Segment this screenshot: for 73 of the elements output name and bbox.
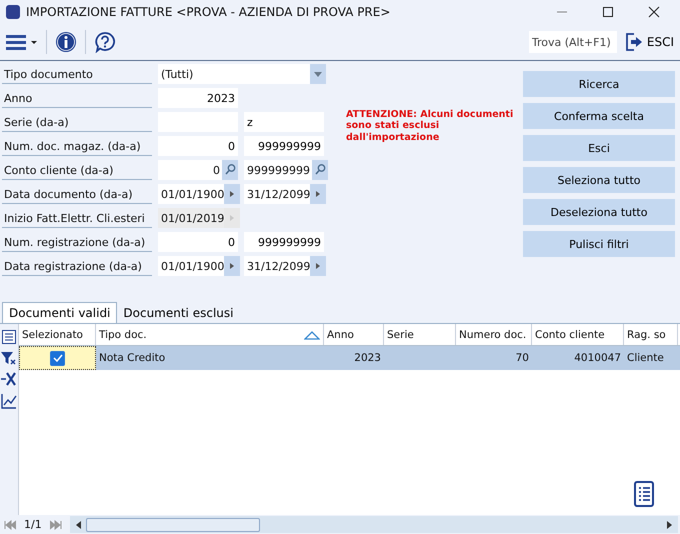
- caret-icon: [310, 184, 326, 204]
- page-indicator: 1/1: [24, 518, 42, 531]
- input-field[interactable]: 0: [158, 136, 238, 156]
- help-icon[interactable]: [94, 31, 116, 53]
- app-logo-icon: [6, 5, 20, 19]
- field-label: Num. doc. magaz. (da-a): [2, 136, 152, 156]
- checkmark-icon: [52, 354, 62, 362]
- input-field[interactable]: 2023: [158, 88, 238, 108]
- date-field[interactable]: 31/12/2099: [244, 256, 324, 276]
- table-cell: 4010047: [574, 352, 621, 364]
- input-field[interactable]: z: [244, 112, 324, 132]
- scroll-right-icon[interactable]: [666, 520, 674, 530]
- tab[interactable]: Documenti esclusi: [117, 303, 240, 323]
- maximize-icon[interactable]: [602, 6, 614, 18]
- column-header[interactable]: Tipo doc.: [96, 324, 324, 345]
- action-button[interactable]: Conferma scelta: [523, 103, 675, 129]
- table-cell: Nota Credito: [99, 352, 166, 364]
- date-field[interactable]: 31/12/2099: [244, 184, 324, 204]
- field-label: Tipo documento: [2, 64, 152, 84]
- table-cell: Cliente: [627, 352, 664, 364]
- date-field[interactable]: 01/01/1900: [158, 184, 238, 204]
- field-label: Num. registrazione (da-a): [2, 232, 152, 252]
- search-icon: [222, 160, 238, 180]
- column-header[interactable]: Selezionato: [19, 324, 96, 345]
- action-button[interactable]: Seleziona tutto: [523, 167, 675, 193]
- input-field[interactable]: 0: [158, 232, 238, 252]
- table-cell: 2023: [354, 352, 381, 364]
- column-header[interactable]: Conto cliente: [532, 324, 624, 345]
- window-title: IMPORTAZIONE FATTURE <PROVA - AZIENDA DI PROVA PRE>: [26, 5, 390, 19]
- column-header[interactable]: Anno: [324, 324, 384, 345]
- warning-message: ATTENZIONE: Alcuni documenti sono stati esclusi dall'importazione: [346, 109, 514, 145]
- chart-icon[interactable]: [1, 393, 17, 409]
- lookup-field[interactable]: 0: [158, 160, 238, 180]
- table-cell: 70: [516, 352, 529, 364]
- exit-icon: [624, 32, 643, 52]
- list-icon[interactable]: [2, 330, 16, 344]
- field-label: Serie (da-a): [2, 112, 152, 132]
- document-list-icon[interactable]: [634, 481, 654, 507]
- search-icon: [312, 160, 328, 180]
- caret-icon: [224, 256, 240, 276]
- date-field: 01/01/2019: [158, 208, 238, 228]
- column-header[interactable]: Rag. so: [624, 324, 678, 345]
- column-header[interactable]: Numero doc.: [456, 324, 532, 345]
- clear-filter-icon[interactable]: [1, 372, 17, 386]
- column-header[interactable]: Serie: [384, 324, 456, 345]
- filter-icon[interactable]: [1, 351, 17, 365]
- field-label: Conto cliente (da-a): [2, 160, 152, 180]
- caret-icon: [310, 256, 326, 276]
- date-field[interactable]: 01/01/1900: [158, 256, 238, 276]
- action-button[interactable]: Ricerca: [523, 71, 675, 97]
- action-button[interactable]: Pulisci filtri: [523, 231, 675, 257]
- caret-icon: [224, 184, 240, 204]
- horizontal-scrollbar[interactable]: [70, 516, 678, 533]
- last-page-icon[interactable]: [50, 520, 62, 530]
- action-button[interactable]: Deseleziona tutto: [523, 199, 675, 225]
- field-label: Anno: [2, 88, 152, 108]
- search-field[interactable]: Trova (Alt+F1): [528, 31, 617, 53]
- field-label: Data registrazione (da-a): [2, 256, 152, 276]
- tab[interactable]: Documenti validi: [2, 302, 118, 323]
- first-page-icon[interactable]: [4, 520, 16, 530]
- info-icon[interactable]: [55, 31, 77, 53]
- scroll-left-icon[interactable]: [74, 520, 82, 530]
- table-row[interactable]: Nota Credito 2023 70 4010047 Cliente: [19, 346, 680, 370]
- field-label: Data documento (da-a): [2, 184, 152, 204]
- input-field[interactable]: 999999999: [244, 136, 324, 156]
- exit-button[interactable]: ESCI: [624, 32, 674, 52]
- dropdown-field[interactable]: (Tutti): [158, 64, 326, 84]
- action-button[interactable]: Esci: [523, 135, 675, 161]
- checkbox[interactable]: [50, 350, 65, 366]
- input-field[interactable]: 999999999: [244, 232, 324, 252]
- field-label: Inizio Fatt.Elettr. Cli.esteri: [2, 208, 152, 228]
- menu-icon[interactable]: [6, 33, 38, 51]
- close-icon[interactable]: [648, 6, 660, 18]
